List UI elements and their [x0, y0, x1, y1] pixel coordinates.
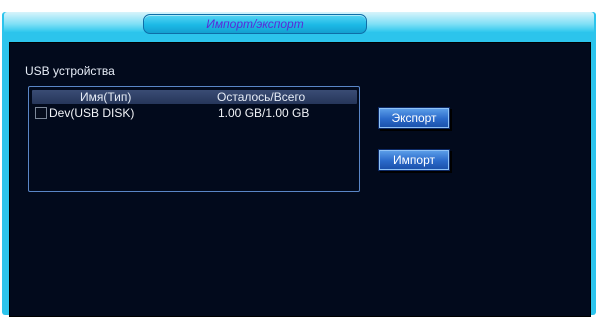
column-header-name[interactable]: Имя(Тип) — [80, 90, 131, 104]
column-header-space[interactable]: Осталось/Всего — [217, 90, 305, 104]
usb-device-list[interactable]: Имя(Тип) Осталось/Всего Dev(USB DISK) 1.… — [28, 86, 360, 192]
screen: Импорт/экспорт USB устройства Имя(Тип) О… — [0, 0, 597, 317]
dialog-title: Импорт/экспорт — [143, 14, 367, 34]
dialog-content: USB устройства Имя(Тип) Осталось/Всего D… — [9, 42, 591, 317]
device-checkbox[interactable] — [35, 107, 47, 119]
device-name: Dev(USB DISK) — [49, 106, 135, 120]
import-button[interactable]: Импорт — [378, 149, 450, 171]
list-item[interactable]: Dev(USB DISK) 1.00 GB/1.00 GB — [32, 106, 357, 121]
device-space: 1.00 GB/1.00 GB — [218, 106, 310, 120]
list-header: Имя(Тип) Осталось/Всего — [32, 90, 357, 104]
export-button[interactable]: Экспорт — [378, 107, 450, 129]
usb-section-label: USB устройства — [25, 64, 115, 78]
